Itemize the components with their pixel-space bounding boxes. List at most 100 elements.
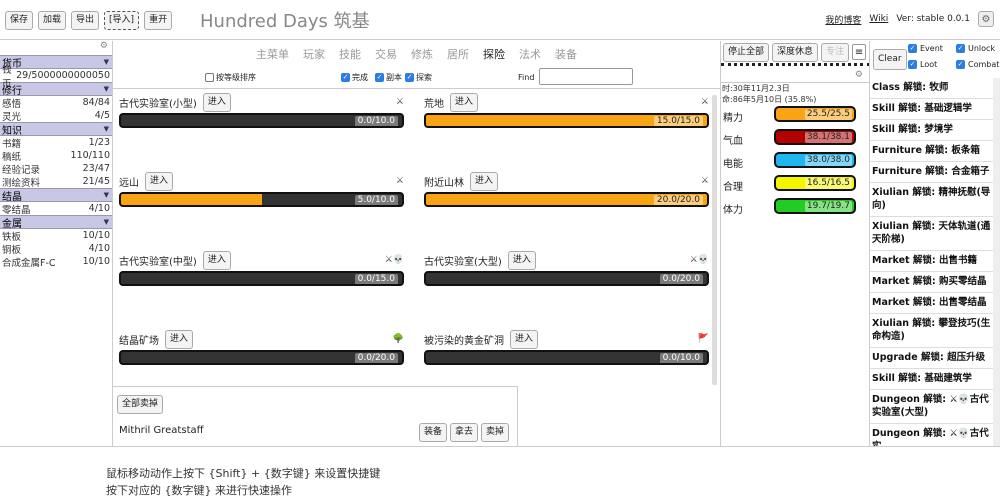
tab-8[interactable]: 装备: [548, 46, 584, 62]
resource-gear-icon[interactable]: ⚙: [0, 41, 112, 55]
loot-filter-checkbox[interactable]: ✓ Loot: [908, 60, 937, 69]
resource-value: 4/10: [88, 203, 110, 214]
done-checkbox[interactable]: ✓ 完成: [341, 72, 368, 83]
sell-all-button[interactable]: 全部卖掉: [117, 395, 164, 414]
combat-filter-checkbox[interactable]: ✓ Combat: [956, 60, 999, 69]
log-scrollbar[interactable]: [993, 78, 1000, 446]
tab-4[interactable]: 修炼: [404, 46, 440, 62]
unlock-filter-checkbox[interactable]: ✓ Unlock: [956, 44, 995, 53]
stat-row: 体力 19.7/19.7: [721, 198, 870, 216]
tab-6[interactable]: 探险: [476, 46, 512, 62]
triangle-down-icon: ▼: [103, 218, 109, 226]
life-time: 命:86年5月10日 (35.8%): [722, 95, 817, 104]
resource-value: 29/5000000000050: [16, 70, 110, 81]
log-entry: Dungeon 解锁: ⚔💀古代实: [870, 424, 993, 446]
log-entry: Market 解锁: 出售零结晶: [870, 293, 993, 314]
resource-row: 书籍 1/23: [0, 136, 112, 150]
resource-category[interactable]: 结晶 ▼: [0, 188, 112, 203]
item-actions: 装备 拿去 卖掉: [418, 423, 509, 442]
tab-0[interactable]: 主菜单: [249, 46, 296, 62]
dungeon-progress-bar: 15.0/15.0: [424, 113, 709, 128]
restart-button[interactable]: 重开: [144, 11, 173, 30]
resource-category[interactable]: 金属 ▼: [0, 215, 112, 230]
load-button[interactable]: 加载: [38, 11, 67, 30]
import-button[interactable]: [导入]: [104, 11, 140, 30]
find-input[interactable]: [539, 68, 633, 85]
triangle-down-icon: ▼: [103, 125, 109, 133]
tab-7[interactable]: 法术: [512, 46, 548, 62]
resource-category-name: 金属: [2, 218, 22, 230]
done-label: 完成: [352, 73, 368, 82]
event-filter-checkbox[interactable]: ✓ Event: [908, 44, 943, 53]
log-entry: Skill 解锁: 梦境学: [870, 120, 993, 141]
enter-dungeon-button[interactable]: 进入: [510, 329, 539, 349]
checkmark-icon: ✓: [956, 44, 965, 53]
dungeon-name: 远山: [119, 177, 139, 189]
tab-5[interactable]: 居所: [440, 46, 476, 62]
log-entry: Xiulian 解锁: 攀登技巧(生命构造): [870, 314, 993, 348]
enter-dungeon-button[interactable]: 进入: [145, 171, 174, 191]
checkmark-icon: ✓: [405, 73, 414, 82]
save-button[interactable]: 保存: [5, 11, 34, 30]
instance-checkbox[interactable]: ✓ 副本: [375, 72, 402, 83]
log-entry: Furniture 解锁: 板条箱: [870, 141, 993, 162]
dungeon-name: 被污染的黄金矿洞: [424, 335, 504, 347]
file-toolbar: 保存 加载 导出 [导入] 重开: [5, 11, 173, 30]
dungeon-progress-bar: 5.0/10.0: [119, 192, 404, 207]
resource-category[interactable]: 修行 ▼: [0, 82, 112, 97]
export-button[interactable]: 导出: [71, 11, 100, 30]
clear-log-button[interactable]: Clear: [873, 49, 907, 70]
dungeon-card: 远山 进入 ⚔ 5.0/10.0: [119, 171, 404, 213]
enter-dungeon-button[interactable]: 进入: [507, 250, 536, 270]
take-button[interactable]: 拿去: [449, 423, 478, 442]
stop-all-button[interactable]: 停止全部: [723, 42, 770, 62]
enter-dungeon-button[interactable]: 进入: [470, 171, 499, 191]
log-entry: Skill 解锁: 基础逻辑学: [870, 99, 993, 120]
dungeon-scrollbar[interactable]: [712, 95, 717, 385]
explore-checkbox[interactable]: ✓ 探索: [405, 72, 432, 83]
resource-category-name: 结晶: [2, 191, 22, 203]
tab-3[interactable]: 交易: [368, 46, 404, 62]
resource-row: 零结晶 4/10: [0, 202, 112, 216]
dungeon-header: 古代实验室(大型) 进入: [424, 250, 536, 270]
menu-icon[interactable]: ≡: [852, 44, 867, 60]
resource-value: 1/23: [88, 137, 110, 148]
enter-dungeon-button[interactable]: 进入: [165, 329, 194, 349]
wiki-link[interactable]: Wiki: [869, 14, 888, 24]
tab-1[interactable]: 玩家: [296, 46, 332, 62]
enter-dungeon-button[interactable]: 进入: [450, 92, 479, 112]
dungeon-card: 古代实验室(大型) 进入 ⚔💀 0.0/20.0: [424, 250, 709, 292]
triangle-down-icon: ▼: [103, 191, 109, 199]
hotkey-hint: 鼠标移动动作上按下 {Shift} + {数字键} 来设置快捷键 按下对应的 {…: [0, 446, 1000, 501]
focus-button[interactable]: 专注: [821, 42, 850, 62]
dungeon-progress-bar: 0.0/15.0: [119, 271, 404, 286]
enter-dungeon-button[interactable]: 进入: [202, 250, 231, 270]
resource-category[interactable]: 知识 ▼: [0, 122, 112, 137]
action-controls: 停止全部 深度休息 专注 ≡: [721, 41, 869, 63]
sort-by-level-checkbox[interactable]: 按等级排序: [205, 72, 256, 83]
progress-value: 20.0/20.0: [653, 195, 703, 205]
progress-fill: [121, 194, 262, 205]
resource-category[interactable]: 货币 ▼: [0, 55, 112, 70]
log-list: Class 解锁: 牧师 Skill 解锁: 基础逻辑学 Skill 解锁: 梦境学…: [870, 78, 993, 446]
app-title: Hundred Days 筑基: [200, 11, 370, 32]
divider: [721, 63, 870, 66]
dungeon-type-icon: ⚔: [700, 97, 709, 107]
enter-dungeon-button[interactable]: 进入: [202, 92, 231, 112]
status-gear-icon[interactable]: ⚙: [855, 70, 863, 80]
stat-bar: 38.1/38.1: [774, 129, 856, 145]
sell-button[interactable]: 卖掉: [480, 423, 509, 442]
dungeon-name: 附近山林: [424, 177, 464, 189]
dungeon-grid: 古代实验室(小型) 进入 ⚔ 0.0/10.0 荒地 进入 ⚔ 15.0/15.0 远山 进入 ⚔ 5…: [113, 88, 720, 385]
deep-rest-button[interactable]: 深度休息: [772, 42, 819, 62]
settings-gear-icon[interactable]: ⚙: [978, 11, 994, 27]
sort-by-level-label: 按等级排序: [216, 73, 256, 82]
tab-2[interactable]: 技能: [332, 46, 368, 62]
checkbox-icon: [205, 73, 214, 82]
top-bar: 保存 加载 导出 [导入] 重开 Hundred Days 筑基 我的博客 Wi…: [0, 0, 1000, 40]
blog-link[interactable]: 我的博客: [825, 13, 861, 26]
equip-button[interactable]: 装备: [418, 423, 447, 442]
stat-row: 电能 38.0/38.0: [721, 152, 870, 170]
dungeon-progress-bar: 20.0/20.0: [424, 192, 709, 207]
log-entry: Market 解锁: 出售书籍: [870, 251, 993, 272]
